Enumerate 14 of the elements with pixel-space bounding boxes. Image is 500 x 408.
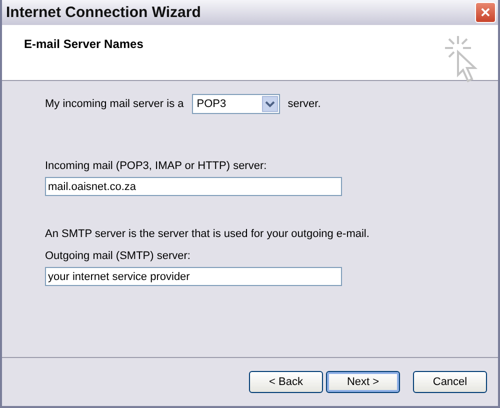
outgoing-server-label: Outgoing mail (SMTP) server: xyxy=(45,250,190,262)
outgoing-server-field[interactable]: your internet service provider xyxy=(45,267,342,286)
window-title: Internet Connection Wizard xyxy=(6,4,201,21)
incoming-server-field[interactable]: mail.oaisnet.co.za xyxy=(45,177,342,196)
page-title: E-mail Server Names xyxy=(24,37,144,53)
incoming-server-label: Incoming mail (POP3, IMAP or HTTP) server: xyxy=(45,160,267,172)
next-button[interactable]: Next > xyxy=(326,371,400,393)
server-suffix-label: server. xyxy=(288,98,321,110)
server-type-label: My incoming mail server is a xyxy=(45,98,184,110)
back-button[interactable]: < Back xyxy=(249,371,323,393)
server-type-dropdown[interactable]: POP3 xyxy=(192,94,280,114)
smtp-description: An SMTP server is the server that is used for your outgoing e-mail. xyxy=(45,228,370,240)
cancel-button[interactable]: Cancel xyxy=(413,371,487,393)
close-button[interactable]: ✕ xyxy=(475,2,496,23)
